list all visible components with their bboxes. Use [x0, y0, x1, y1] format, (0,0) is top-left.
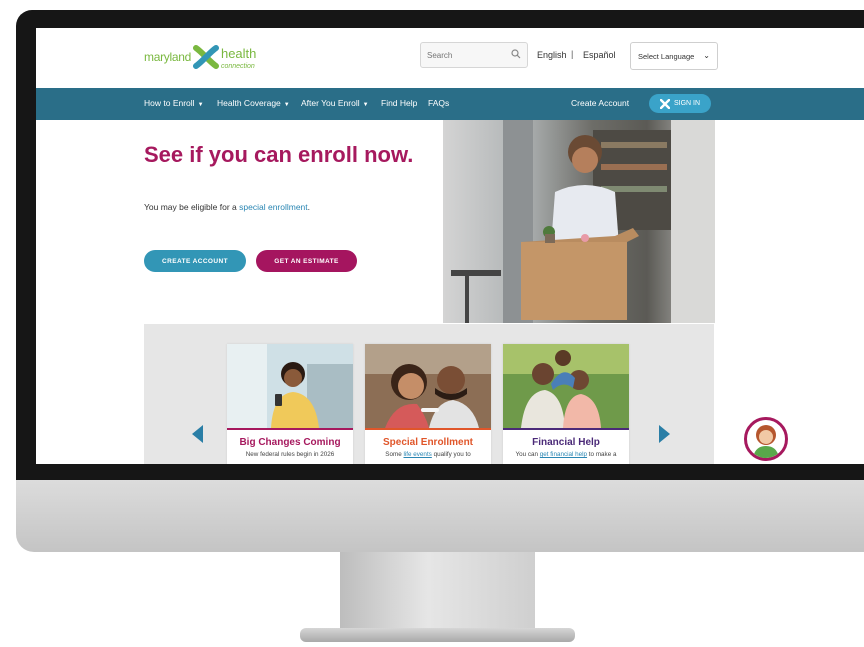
hero-photo — [443, 120, 715, 323]
select-language-dropdown[interactable]: Select Language ⌄ — [630, 42, 718, 70]
nav-item-label: How to Enroll — [144, 98, 195, 108]
nav-item-how-to-enroll[interactable]: How to Enroll ▼ — [144, 98, 204, 108]
card-text-after: to make a — [587, 451, 617, 458]
create-account-button[interactable]: CREATE ACCOUNT — [144, 250, 246, 272]
maryland-health-connection-logo[interactable]: maryland health connection — [144, 40, 256, 74]
site-header: maryland health connection English | Esp… — [36, 28, 864, 88]
nav-item-after-you-enroll[interactable]: After You Enroll ▼ — [301, 98, 369, 108]
get-financial-help-link[interactable]: get financial help — [540, 451, 587, 458]
card-text-before: You can — [515, 451, 540, 458]
caret-down-icon: ▼ — [283, 102, 290, 108]
card-special-enrollment[interactable]: Special Enrollment Some life events qual… — [365, 344, 491, 464]
language-separator: | — [571, 49, 574, 59]
logo-text-connection: connection — [220, 62, 255, 70]
monitor-stand — [340, 552, 535, 634]
card-image — [365, 344, 491, 428]
nav-item-find-help[interactable]: Find Help — [381, 98, 417, 108]
life-events-link[interactable]: life events — [403, 451, 431, 458]
search-input[interactable] — [421, 43, 509, 67]
assistant-illustration — [753, 425, 779, 458]
carousel-prev-arrow-icon[interactable] — [192, 425, 203, 443]
select-language-label: Select Language — [638, 52, 695, 61]
sign-in-label: SIGN IN — [673, 100, 701, 107]
card-text: You can get financial help to make a — [503, 451, 629, 458]
caret-down-icon: ▼ — [197, 102, 204, 108]
logo-wordmark: health connection — [221, 45, 256, 70]
card-image — [503, 344, 629, 428]
logo-text-maryland: maryland — [144, 50, 191, 64]
special-enrollment-link[interactable]: special enrollment — [239, 202, 308, 212]
card-title: Special Enrollment — [382, 437, 474, 448]
carousel-next-arrow-icon[interactable] — [659, 425, 670, 443]
espanol-link[interactable]: Español — [583, 50, 616, 60]
sign-in-button[interactable]: SIGN IN — [649, 94, 711, 113]
card-divider — [365, 428, 491, 430]
main-nav: How to Enroll ▼ Health Coverage ▼ After Yo… — [36, 88, 864, 120]
card-divider — [227, 428, 353, 430]
card-photo-couple-smiling — [365, 344, 491, 428]
card-title: Financial Help — [532, 437, 600, 448]
card-financial-help[interactable]: Financial Help You can get financial hel… — [503, 344, 629, 464]
get-estimate-button[interactable]: GET AN ESTIMATE — [256, 250, 357, 272]
card-photo-woman-phone — [227, 344, 353, 428]
card-text-after: qualify you to — [431, 451, 471, 458]
card-photo-family — [503, 344, 629, 428]
logo-x-icon — [659, 98, 670, 109]
logo-text-health: health — [220, 45, 257, 61]
hero-title: See if you can enroll now. — [144, 142, 414, 167]
card-divider — [503, 428, 629, 430]
chat-assistant-avatar-icon[interactable] — [744, 417, 788, 461]
logo-x-icon — [192, 45, 219, 69]
monitor-stand-base — [300, 628, 575, 642]
chevron-down-icon: ⌄ — [703, 51, 710, 60]
search-box — [420, 42, 528, 68]
caret-down-icon: ▼ — [362, 102, 369, 108]
card-text: New federal rules begin in 2026 — [245, 451, 335, 458]
search-icon[interactable] — [511, 49, 521, 59]
card-text: Some life events qualify you to — [365, 451, 491, 458]
hero-text-after: . — [307, 202, 311, 212]
create-account-link[interactable]: Create Account — [571, 98, 629, 108]
card-image — [227, 344, 353, 428]
hero-photo-illustration — [451, 120, 715, 323]
hero-text-before: You may be eligible for a — [144, 202, 240, 212]
card-text-before: Some — [385, 451, 404, 458]
nav-item-label: Health Coverage — [217, 98, 281, 108]
hero-text: You may be eligible for a special enroll… — [144, 202, 310, 212]
nav-item-faqs[interactable]: FAQs — [428, 98, 449, 108]
info-carousel: Big Changes Coming New federal rules beg… — [144, 324, 714, 464]
nav-item-label: After You Enroll — [301, 98, 360, 108]
card-big-changes[interactable]: Big Changes Coming New federal rules beg… — [227, 344, 353, 464]
monitor-chin — [16, 480, 864, 552]
website-screen: maryland health connection English | Esp… — [36, 28, 864, 464]
nav-item-health-coverage[interactable]: Health Coverage ▼ — [217, 98, 290, 108]
card-title: Big Changes Coming — [239, 437, 341, 448]
english-link[interactable]: English — [537, 50, 567, 60]
